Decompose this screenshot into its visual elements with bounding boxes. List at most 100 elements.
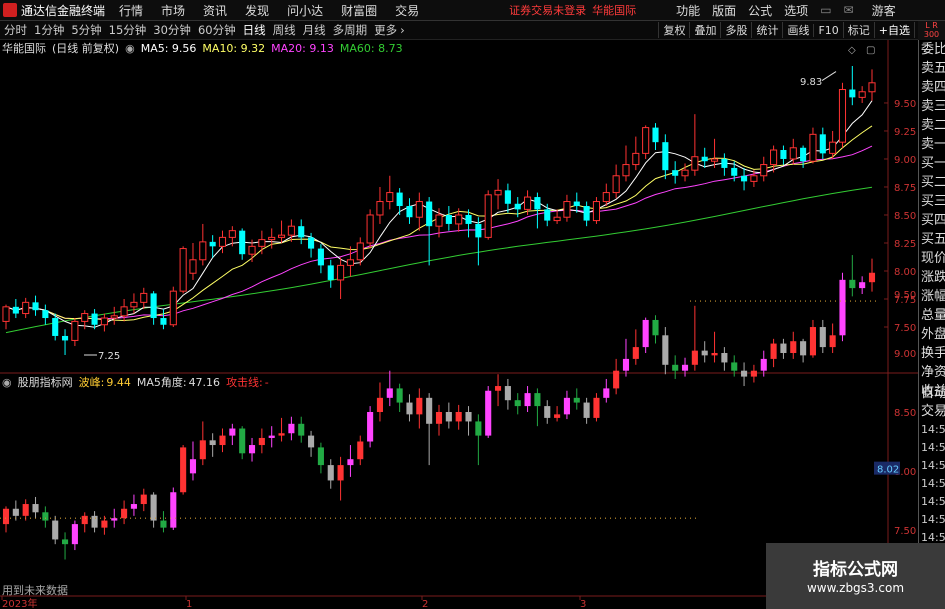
main-y-tick-5: 8.25 bbox=[894, 239, 916, 250]
sub-candle-body-69 bbox=[681, 364, 689, 371]
candle-body-82 bbox=[809, 133, 817, 162]
sub-candle-body-29 bbox=[288, 423, 295, 434]
panel-row-14[interactable]: 总量 bbox=[919, 306, 945, 325]
sub-candle-body-74 bbox=[731, 362, 738, 371]
candle-body-57 bbox=[563, 201, 571, 218]
panel-bottom-row-1[interactable]: 交易 bbox=[919, 403, 945, 421]
panel-row-12[interactable]: 涨跌 bbox=[919, 268, 945, 287]
candle-body-32 bbox=[317, 248, 324, 266]
candle-body-16 bbox=[160, 318, 167, 325]
candle-body-38 bbox=[376, 201, 384, 216]
panel-row-2[interactable]: 卖四 bbox=[919, 78, 945, 97]
candle-body-26 bbox=[258, 239, 266, 247]
panel-row-3[interactable]: 卖三 bbox=[919, 97, 945, 116]
sub-candle-body-31 bbox=[308, 435, 315, 448]
sub-candle-body-37 bbox=[367, 412, 374, 442]
panel-row-10[interactable]: 买五 bbox=[919, 230, 945, 249]
panel-corner-badge[interactable]: L R 300 bbox=[918, 21, 945, 40]
candle-body-5 bbox=[52, 318, 59, 336]
candle-body-72 bbox=[710, 158, 719, 162]
right-quote-panel: 委比 卖五 卖四 卖三 卖二 卖一 买一 买二 买三 买四 买五 现价 涨跌 涨幅 总量 外盘 换手 净资 收益 自… bbox=[918, 40, 945, 609]
panel-row-6[interactable]: 买一 bbox=[919, 154, 945, 173]
sub-candle-body-27 bbox=[268, 435, 275, 438]
main-y-tick-2: 9.00 bbox=[894, 155, 916, 166]
panel-bottom-row-0[interactable]: 自动 bbox=[919, 385, 945, 403]
candle-body-48 bbox=[475, 223, 482, 238]
candle-body-7 bbox=[71, 320, 79, 341]
panel-bottom-row-4[interactable]: 14:56 bbox=[919, 457, 945, 475]
sub-candle-body-17 bbox=[170, 492, 177, 528]
candle-body-52 bbox=[514, 203, 521, 210]
sub-candle-body-12 bbox=[121, 508, 128, 519]
panel-bottom-row-7[interactable]: 14:56 bbox=[919, 511, 945, 529]
sub-candle-body-61 bbox=[603, 388, 610, 398]
panel-row-9[interactable]: 买四 bbox=[919, 211, 945, 230]
candle-body-83 bbox=[819, 134, 826, 154]
sub-candle-body-21 bbox=[209, 440, 216, 446]
panel-row-15[interactable]: 外盘 bbox=[919, 325, 945, 344]
candle-body-43 bbox=[426, 201, 433, 227]
sub-candle-body-58 bbox=[573, 397, 580, 403]
candle-body-0 bbox=[2, 306, 10, 322]
panel-row-11[interactable]: 现价 bbox=[919, 249, 945, 268]
panel-row-8[interactable]: 买三 bbox=[919, 192, 945, 211]
panel-row-13[interactable]: 涨幅 bbox=[919, 287, 945, 306]
sub-candle-body-33 bbox=[327, 465, 334, 481]
sub-y-tick-0: 9.50 bbox=[894, 290, 916, 301]
candle-body-15 bbox=[150, 293, 157, 319]
panel-bottom-row-3[interactable]: 14:56 bbox=[919, 439, 945, 457]
sub-candle-body-18 bbox=[180, 447, 187, 493]
sub-candle-body-2 bbox=[22, 504, 29, 516]
sub-candle-body-10 bbox=[101, 520, 108, 528]
candle-body-2 bbox=[22, 301, 30, 315]
panel-row-1[interactable]: 卖五 bbox=[919, 59, 945, 78]
panel-row-7[interactable]: 买二 bbox=[919, 173, 945, 192]
candle-body-50 bbox=[494, 189, 502, 196]
sub-candle-body-53 bbox=[524, 393, 531, 407]
candle-body-33 bbox=[327, 265, 334, 280]
sub-candle-body-41 bbox=[406, 402, 413, 415]
candle-body-79 bbox=[780, 150, 787, 159]
panel-row-4[interactable]: 卖二 bbox=[919, 116, 945, 135]
candle-body-84 bbox=[829, 141, 837, 154]
panel-row-0[interactable]: 委比 bbox=[919, 40, 945, 59]
sub-candle-body-65 bbox=[642, 319, 649, 348]
sub-candle-body-20 bbox=[199, 440, 206, 460]
sub-candle-body-80 bbox=[790, 341, 797, 353]
panel-row-5[interactable]: 卖一 bbox=[919, 135, 945, 154]
sub-candle-body-34 bbox=[337, 465, 344, 481]
candle-body-9 bbox=[91, 313, 98, 325]
panel-bottom-row-6[interactable]: 14:56 bbox=[919, 493, 945, 511]
kline-chart[interactable]: 9.509.259.008.758.508.258.007.757.509.50… bbox=[0, 0, 918, 609]
candle-body-3 bbox=[32, 302, 39, 311]
sub-candle-body-22 bbox=[219, 435, 226, 446]
candle-body-37 bbox=[366, 214, 374, 244]
candle-body-81 bbox=[800, 147, 807, 162]
timeline-label-0: 2023年 bbox=[2, 597, 37, 609]
candle-body-34 bbox=[337, 264, 345, 281]
candle-body-40 bbox=[396, 192, 403, 207]
sub-candle-body-82 bbox=[809, 327, 817, 356]
sub-candle-body-16 bbox=[160, 520, 167, 528]
future-data-note: 用到未来数据 bbox=[2, 584, 68, 597]
candle-body-66 bbox=[652, 127, 659, 143]
candle-body-35 bbox=[346, 259, 354, 266]
sub-candle-body-46 bbox=[455, 412, 462, 422]
sub-candle-body-78 bbox=[770, 343, 777, 359]
candle-body-25 bbox=[248, 245, 256, 255]
sub-candle-body-15 bbox=[150, 494, 157, 521]
panel-row-16[interactable]: 换手 bbox=[919, 344, 945, 363]
panel-row-17[interactable]: 净资 bbox=[919, 363, 945, 382]
sub-y-tick-4: 7.50 bbox=[894, 526, 916, 537]
sub-candle-body-51 bbox=[504, 386, 511, 401]
sub-candle-body-71 bbox=[701, 350, 708, 356]
sub-candle-body-87 bbox=[859, 282, 866, 289]
timeline-label-2: 2 bbox=[422, 599, 428, 609]
sub-candle-body-64 bbox=[632, 347, 639, 359]
candle-body-41 bbox=[406, 206, 413, 218]
candle-body-78 bbox=[770, 149, 778, 166]
watermark: 指标公式网 www.zbgs3.com bbox=[766, 543, 945, 609]
panel-bottom-row-2[interactable]: 14:56 bbox=[919, 421, 945, 439]
sub-candle-body-79 bbox=[780, 343, 787, 353]
panel-bottom-row-5[interactable]: 14:56 bbox=[919, 475, 945, 493]
